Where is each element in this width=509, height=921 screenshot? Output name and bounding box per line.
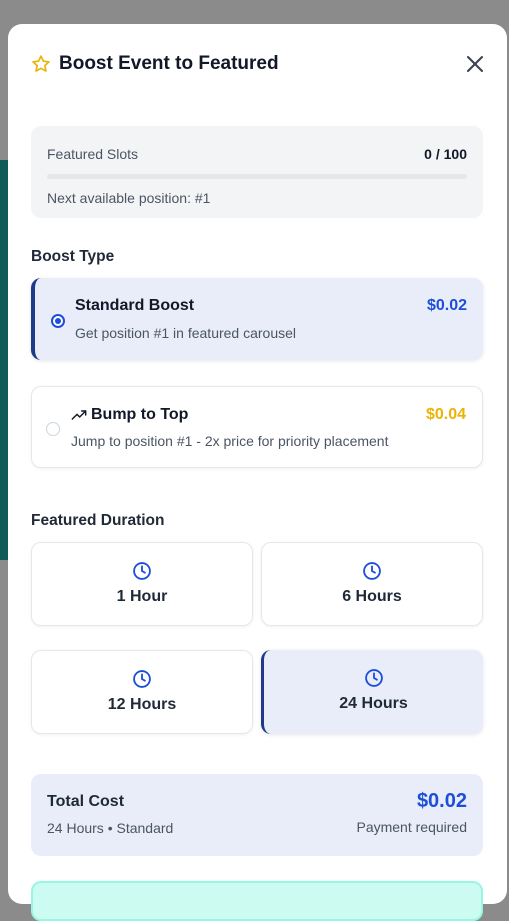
close-icon (465, 54, 485, 74)
duration-option-12-hours[interactable]: 12 Hours (31, 650, 253, 734)
total-cost-card: Total Cost 24 Hours • Standard $0.02 Pay… (31, 774, 483, 856)
standard-boost-description: Get position #1 in featured carousel (75, 325, 297, 341)
standard-boost-price: $0.02 (426, 297, 467, 314)
featured-slots-card: Featured Slots 0 / 100 Next available po… (31, 126, 483, 218)
close-button[interactable] (463, 52, 487, 76)
featured-duration-heading: Featured Duration (31, 512, 165, 529)
standard-boost-radio[interactable] (51, 314, 65, 328)
clock-icon (132, 561, 152, 581)
duration-option-6-hours[interactable]: 6 Hours (261, 542, 483, 626)
bump-to-top-title: Bump to Top (91, 406, 189, 423)
duration-option-1-hour[interactable]: 1 Hour (31, 542, 253, 626)
standard-boost-title: Standard Boost (75, 297, 195, 314)
star-icon (31, 54, 51, 74)
duration-label: 12 Hours (107, 696, 177, 713)
boost-option-standard[interactable]: Standard Boost Get position #1 in featur… (31, 278, 483, 360)
bump-to-top-price: $0.04 (425, 406, 466, 423)
duration-label: 1 Hour (116, 588, 168, 605)
total-cost-label: Total Cost (47, 793, 125, 810)
bump-to-top-radio[interactable] (46, 422, 60, 436)
info-banner (31, 881, 483, 921)
next-available-position: Next available position: #1 (47, 190, 211, 206)
boost-type-heading: Boost Type (31, 248, 115, 265)
duration-label: 24 Hours (339, 695, 408, 712)
featured-slots-progress-bar (47, 174, 467, 179)
modal-title: Boost Event to Featured (59, 53, 279, 74)
total-cost-price: $0.02 (416, 790, 467, 812)
clock-icon (362, 561, 382, 581)
boost-event-modal: Boost Event to Featured Featured Slots 0… (8, 24, 507, 921)
bump-to-top-title-row: Bump to Top (71, 406, 188, 424)
total-cost-summary: 24 Hours • Standard (47, 820, 174, 836)
clock-icon (132, 669, 152, 689)
trending-up-icon (71, 407, 87, 423)
duration-label: 6 Hours (342, 588, 402, 605)
clock-icon (364, 668, 384, 688)
featured-slots-label: Featured Slots (47, 146, 139, 162)
duration-option-24-hours[interactable]: 24 Hours (261, 650, 483, 734)
boost-option-bump-to-top[interactable]: Bump to Top Jump to position #1 - 2x pri… (31, 386, 483, 468)
payment-required-note: Payment required (356, 819, 467, 835)
modal-header: Boost Event to Featured (31, 52, 487, 76)
bump-to-top-description: Jump to position #1 - 2x price for prior… (71, 433, 389, 449)
featured-slots-count: 0 / 100 (424, 146, 467, 162)
backdrop-page-stripe (0, 160, 8, 560)
